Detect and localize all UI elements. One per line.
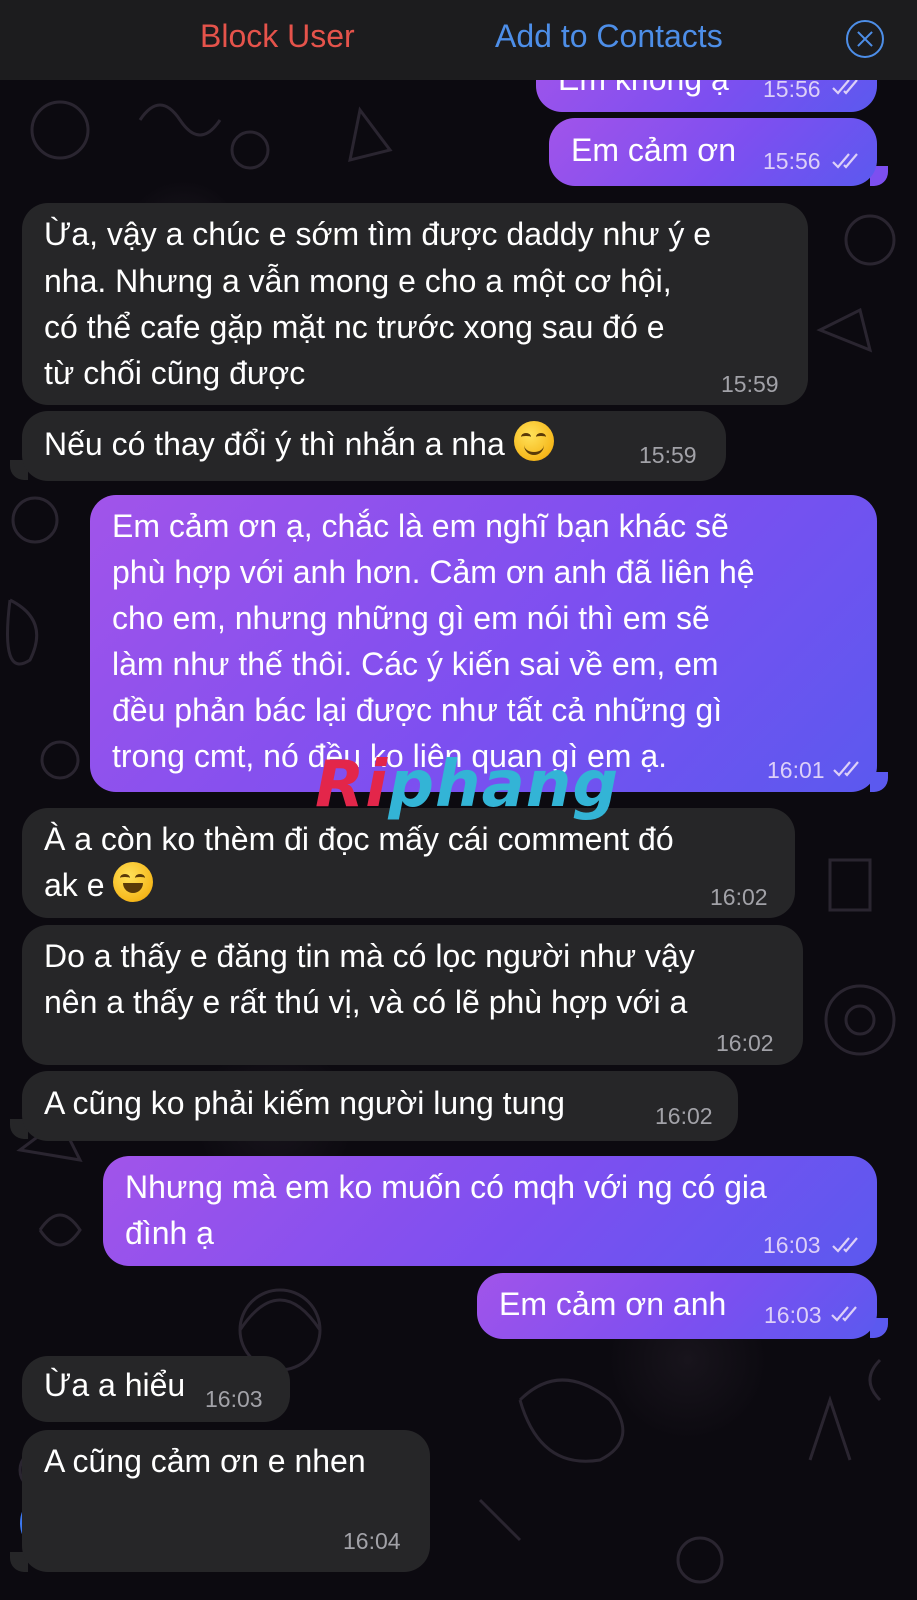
add-to-contacts-button[interactable]: Add to Contacts <box>495 18 723 55</box>
message-text: Em cảm ơn <box>571 132 737 168</box>
message-text-line: cho em, nhưng những gì em nói thì em sẽ <box>112 600 710 636</box>
message-text-line: Nhưng mà em ko muốn có mqh với ng có gia <box>125 1169 767 1205</box>
message-time: 16:02 <box>716 1030 774 1056</box>
message-time: 15:59 <box>721 371 779 397</box>
close-icon[interactable] <box>846 20 884 58</box>
message-incoming[interactable]: A cũng cảm ơn e nhen 16:04 <box>22 1430 430 1572</box>
message-time: 16:01 <box>767 757 825 783</box>
message-text: Ừa a hiểu <box>44 1367 186 1403</box>
message-text: A cũng ko phải kiếm người lung tung <box>44 1085 565 1121</box>
message-incoming[interactable]: Do a thấy e đăng tin mà có lọc người như… <box>22 925 803 1065</box>
smiling-face-emoji-icon <box>513 421 554 461</box>
message-incoming[interactable]: Nếu có thay đổi ý thì nhắn a nha 15:59 <box>22 411 726 481</box>
message-time: 16:02 <box>655 1103 713 1129</box>
contact-action-bar: Block User Add to Contacts <box>0 0 917 80</box>
message-incoming[interactable]: Ừa, vậy a chúc e sớm tìm được daddy như … <box>22 203 808 405</box>
message-text-line: nha. Nhưng a vẫn mong e cho a một cơ hội… <box>44 263 672 299</box>
message-text-line: nên a thấy e rất thú vị, và có lẽ phù hợ… <box>44 984 688 1020</box>
watermark-logo: Riphang <box>315 748 620 822</box>
message-text-line: đều phản bác lại được như tất cả những g… <box>112 692 723 728</box>
message-time: 15:56 <box>763 148 821 174</box>
message-incoming[interactable]: À a còn ko thèm đi đọc mấy cái comment đ… <box>22 808 795 918</box>
message-incoming[interactable]: Ừa a hiểu 16:03 <box>22 1356 290 1422</box>
message-text-line: đình ạ <box>125 1215 214 1251</box>
message-text-body: Nếu có thay đổi ý thì nhắn a nha <box>44 426 505 462</box>
read-checkmarks-icon <box>832 79 858 95</box>
message-time: 16:03 <box>205 1386 263 1412</box>
message-text-line: ak e <box>44 867 105 903</box>
message-time: 16:02 <box>710 884 768 910</box>
message-time: 16:03 <box>763 1232 821 1258</box>
message-text: ak e <box>44 862 154 909</box>
block-user-button[interactable]: Block User <box>200 18 355 55</box>
message-text-line: làm như thế thôi. Các ý kiến sai về em, … <box>112 646 719 682</box>
read-checkmarks-icon <box>831 1306 857 1322</box>
message-text: Nếu có thay đổi ý thì nhắn a nha <box>44 421 554 468</box>
message-text-line: có thể cafe gặp mặt nc trước xong sau đó… <box>44 309 665 345</box>
message-time: 15:59 <box>639 442 697 468</box>
message-text-line: À a còn ko thèm đi đọc mấy cái comment đ… <box>44 821 674 857</box>
message-text-line: Ừa, vậy a chúc e sớm tìm được daddy như … <box>44 216 712 252</box>
message-outgoing[interactable]: Em cảm ơn 15:56 <box>549 118 877 186</box>
grinning-face-emoji-icon <box>113 862 154 902</box>
message-text-line: từ chối cũng được <box>44 355 306 391</box>
read-checkmarks-icon <box>833 761 859 777</box>
message-text: Em cảm ơn anh <box>499 1286 727 1322</box>
message-text-line: Do a thấy e đăng tin mà có lọc người như… <box>44 938 695 974</box>
message-outgoing[interactable]: Em cảm ơn anh 16:03 <box>477 1273 877 1339</box>
message-text: A cũng cảm ơn e nhen <box>44 1443 366 1479</box>
message-outgoing[interactable]: Nhưng mà em ko muốn có mqh với ng có gia… <box>103 1156 877 1266</box>
message-incoming[interactable]: A cũng ko phải kiếm người lung tung 16:0… <box>22 1071 738 1141</box>
message-time: 16:03 <box>764 1302 822 1328</box>
message-time: 16:04 <box>343 1528 401 1554</box>
read-checkmarks-icon <box>832 1237 858 1253</box>
message-text-line: phù hợp với anh hơn. Cảm ơn anh đã liên … <box>112 554 755 590</box>
read-checkmarks-icon <box>832 153 858 169</box>
message-text-line: Em cảm ơn ạ, chắc là em nghĩ bạn khác sẽ <box>112 508 729 544</box>
